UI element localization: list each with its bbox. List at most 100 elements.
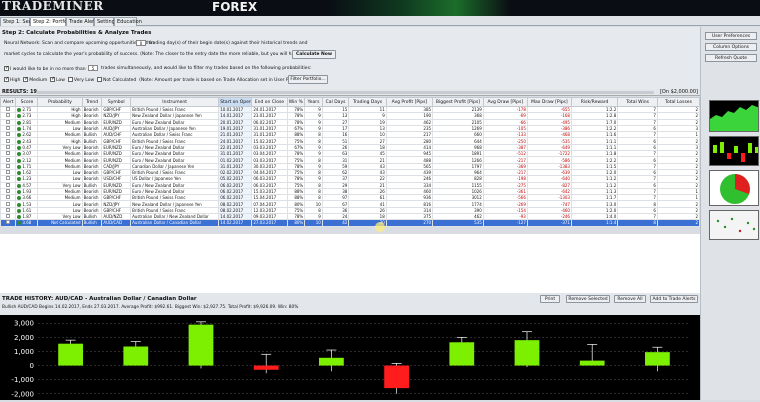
column-options-button[interactable]: Column Options <box>705 43 757 51</box>
column-header[interactable]: Risk/Reward <box>570 97 619 107</box>
alert-toggle-icon[interactable] <box>6 176 11 181</box>
column-header[interactable]: Cal Days <box>321 97 350 107</box>
filter-not-calculated-checkbox[interactable] <box>97 77 103 82</box>
calculate-now-button[interactable]: Calculate Now <box>292 50 336 59</box>
alert-toggle-icon[interactable] <box>6 151 11 156</box>
tab-portfolio[interactable]: Step 2: Portfolio <box>30 17 73 26</box>
scatter-thumbnail[interactable] <box>709 210 759 240</box>
alert-toggle-icon[interactable] <box>6 120 11 124</box>
table-cell: Bullish <box>81 219 103 227</box>
filter-high-checkbox[interactable] <box>4 76 9 82</box>
results-scroll-track[interactable] <box>36 91 654 94</box>
score-indicator-icon <box>17 158 22 163</box>
column-header[interactable]: Score <box>15 97 39 107</box>
alert-toggle-icon[interactable] <box>6 220 11 225</box>
alert-toggle-icon[interactable] <box>6 214 11 219</box>
column-header[interactable]: Probability <box>37 97 83 107</box>
area-chart-thumbnail[interactable] <box>709 100 759 132</box>
column-header[interactable]: Alert <box>0 97 17 107</box>
table-cell[interactable] <box>0 219 17 227</box>
table-cell: Bearish <box>81 206 103 215</box>
trade-bar <box>449 342 475 366</box>
filter-medium-label: Medium <box>29 78 48 83</box>
trade-bar <box>645 352 670 366</box>
table-cell: Not Calculated <box>37 219 83 227</box>
table-cell: Bearish <box>81 200 103 208</box>
remove-selected-button[interactable]: Remove Selected <box>566 295 610 303</box>
remove-all-button[interactable]: Remove All <box>614 295 646 303</box>
trademiner-logo: TRADEMINER <box>2 0 104 13</box>
trade-bar <box>123 346 149 366</box>
column-header[interactable]: Instrument <box>130 97 220 107</box>
tab-search[interactable]: Step 1: Search <box>0 17 40 26</box>
filter-low-checkbox[interactable] <box>50 76 55 82</box>
trade-bar <box>579 360 605 366</box>
column-header[interactable]: Total Losses <box>656 97 701 107</box>
column-header[interactable]: Biggest Profit [Pips] <box>432 97 484 107</box>
trade-bar <box>319 357 344 366</box>
table-cell: Bearish <box>81 124 103 133</box>
tab-settings[interactable]: Settings <box>94 17 118 26</box>
score-indicator-icon <box>17 183 22 188</box>
alert-toggle-icon[interactable] <box>6 132 11 137</box>
filter-high-label: High <box>10 78 21 83</box>
alert-toggle-icon[interactable] <box>6 189 11 193</box>
alert-toggle-icon[interactable] <box>6 126 11 131</box>
tab-education[interactable]: Education <box>114 17 142 26</box>
trade-bar <box>188 324 214 366</box>
filter-portfolio-button[interactable]: Filter Portfolio... <box>288 75 328 84</box>
pie-chart-thumb-graphic <box>720 174 750 204</box>
column-header[interactable]: Max Draw [Pips] <box>526 97 572 107</box>
bar-chart-thumbnail[interactable] <box>709 136 759 166</box>
filter-medium-checkbox[interactable] <box>23 76 28 82</box>
trade-history-summary: Bullish AUD/CAD Begins 14.02.2017, Ends … <box>2 305 299 310</box>
alert-toggle-icon[interactable] <box>6 145 11 149</box>
column-header[interactable]: Win % <box>286 97 306 107</box>
table-cell: 8 <box>617 219 658 227</box>
score-indicator-icon <box>17 114 22 119</box>
filter-very-low-checkbox[interactable] <box>67 77 73 82</box>
desc-line2: market cycles to calculate the year's pr… <box>4 52 334 57</box>
column-header[interactable]: Total Wins <box>617 97 658 107</box>
limit-label-a: I would like to be in no more than <box>10 67 86 72</box>
trade-history-title: TRADE HISTORY: AUD/CAD - Australian Doll… <box>2 296 197 302</box>
alert-toggle-icon[interactable] <box>6 139 11 143</box>
alert-toggle-icon[interactable] <box>6 107 11 112</box>
table-cell: 270 <box>385 219 434 227</box>
column-header[interactable]: Avg Draw [Pips] <box>482 97 528 107</box>
column-header[interactable]: Trend <box>81 97 103 107</box>
score-indicator-icon <box>17 177 22 182</box>
add-to-trade-alerts-button[interactable]: Add to Trade Alerts <box>650 295 698 303</box>
table-row[interactable]: 3.68 Not Calculated Bullish AUD/CAD Australi… <box>0 219 701 227</box>
column-header[interactable]: Trading Days <box>348 97 387 107</box>
results-count: RESULTS: 19 <box>2 89 37 95</box>
y-tick-label: -2,000 <box>11 390 34 398</box>
limit-input[interactable]: 5 <box>88 65 98 71</box>
days-input[interactable]: 0 <box>136 40 146 46</box>
results-amount: [On $2,000.00] <box>659 89 698 95</box>
column-header[interactable]: Years <box>304 97 323 107</box>
app-banner: TRADEMINER FOREX <box>0 0 760 16</box>
alert-toggle-icon[interactable] <box>6 195 11 200</box>
column-header[interactable]: Avg Profit [Pips] <box>385 97 434 107</box>
alert-toggle-icon[interactable] <box>6 157 11 162</box>
limit-checkbox[interactable] <box>4 65 9 71</box>
alert-toggle-icon[interactable] <box>6 170 11 175</box>
column-header[interactable]: End on Close <box>251 97 288 107</box>
score-indicator-icon <box>17 215 22 219</box>
tab-trade-alerts[interactable]: Trade Alerts <box>66 17 99 26</box>
column-header[interactable]: Symbol <box>101 97 132 107</box>
alert-toggle-icon[interactable] <box>6 202 11 206</box>
column-header[interactable]: Start on Open <box>218 97 253 107</box>
user-preferences-button[interactable]: User Preferences <box>705 32 757 40</box>
pie-chart-thumbnail[interactable] <box>709 170 759 206</box>
refresh-quote-button[interactable]: Refresh Quote <box>705 54 757 62</box>
alert-toggle-icon[interactable] <box>6 113 11 118</box>
print-button[interactable]: Print <box>540 295 560 303</box>
alert-toggle-icon[interactable] <box>6 164 11 168</box>
table-cell: 80% <box>286 219 306 227</box>
alert-toggle-icon[interactable] <box>6 183 11 187</box>
header-row: Alert Score Probability Trend Symbol Instrume… <box>0 97 701 107</box>
banner-graphic <box>330 0 510 16</box>
alert-toggle-icon[interactable] <box>6 208 11 212</box>
